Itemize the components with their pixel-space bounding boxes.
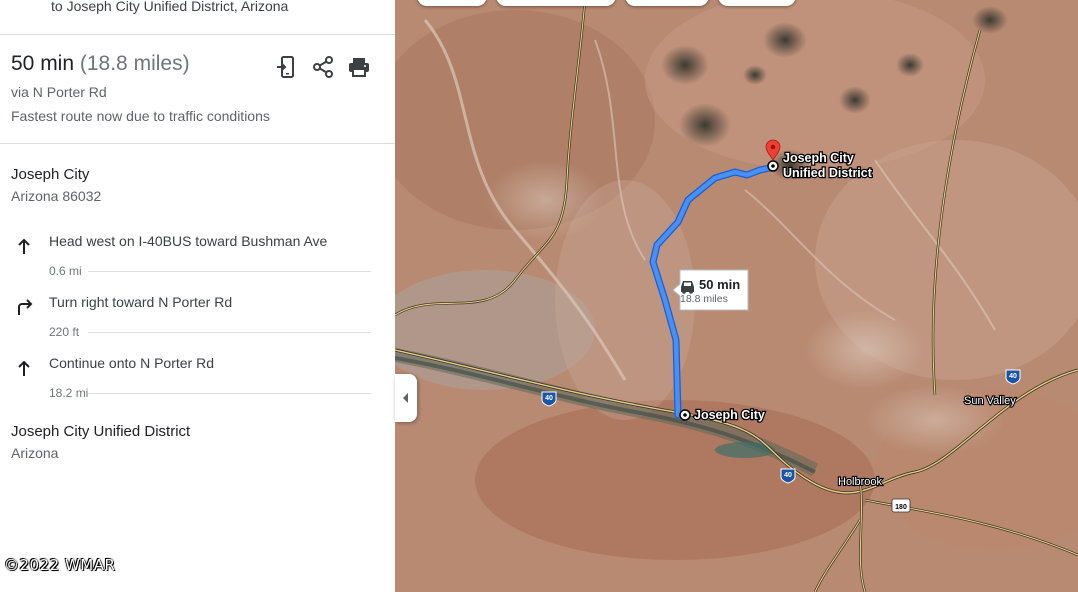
route-destination-subtitle: to Joseph City Unified District, Arizona — [51, 0, 289, 14]
copyright-watermark: ©2022 WMAR — [4, 556, 116, 574]
direction-step[interactable]: Continue onto N Porter Rd 18.2 mi — [0, 355, 395, 413]
us-route-shield: 180 — [891, 498, 911, 513]
collapse-panel-button[interactable] — [395, 374, 417, 422]
step-distance: 18.2 mi — [49, 386, 89, 400]
shield-number: 180 — [895, 504, 907, 511]
share-icon[interactable] — [311, 55, 335, 79]
divider — [88, 271, 371, 272]
interstate-shield: 40 — [541, 391, 557, 407]
interstate-shield: 40 — [1005, 369, 1021, 385]
shield-number: 40 — [784, 472, 792, 479]
map-destination-label: Joseph City — [783, 151, 854, 165]
print-icon[interactable] — [347, 55, 371, 79]
route-note: Fastest route now due to traffic conditi… — [11, 108, 270, 124]
chevron-left-icon — [403, 393, 408, 403]
map-origin-label: Joseph City — [694, 408, 765, 422]
route-bubble-distance: 18.8 miles — [680, 293, 728, 305]
divider — [0, 34, 395, 35]
map-canvas: 40 40 40 180 Joseph City Unified Distric… — [395, 0, 1078, 592]
map-filter-chip[interactable] — [718, 0, 796, 6]
interstate-shield: 40 — [780, 468, 796, 484]
divider — [88, 332, 371, 333]
destination-subtitle: Arizona — [11, 445, 59, 461]
direction-step[interactable]: Head west on I-40BUS toward Bushman Ave … — [0, 233, 395, 291]
route-bubble-duration: 50 min — [699, 277, 740, 292]
turn-right-icon — [14, 297, 34, 317]
direction-step[interactable]: Turn right toward N Porter Rd 220 ft — [0, 294, 395, 352]
car-icon — [681, 281, 694, 294]
map-place-label: Holbrook — [838, 476, 883, 488]
send-to-phone-icon[interactable] — [275, 55, 299, 79]
arrow-up-icon — [14, 358, 34, 378]
route-distance: (18.8 miles) — [79, 52, 190, 75]
satellite-map[interactable]: 40 40 40 180 Joseph City Unified Distric… — [395, 0, 1078, 592]
origin-name: Joseph City — [11, 166, 90, 183]
arrow-up-icon — [14, 236, 34, 256]
step-instruction: Turn right toward N Porter Rd — [49, 294, 233, 310]
route-info-bubble: 50 min 18.8 miles — [672, 269, 749, 311]
map-destination-label: Unified District — [783, 166, 873, 180]
origin-subtitle: Arizona 86032 — [11, 188, 102, 204]
map-place-label: Sun Valley — [964, 395, 1016, 407]
divider — [88, 393, 371, 394]
step-distance: 0.6 mi — [49, 264, 82, 278]
destination-name: Joseph City Unified District — [11, 423, 191, 440]
step-instruction: Head west on I-40BUS toward Bushman Ave — [49, 233, 328, 249]
route-summary: 50 min (18.8 miles) — [11, 52, 190, 76]
step-instruction: Continue onto N Porter Rd — [49, 355, 214, 371]
map-filter-chip[interactable] — [496, 0, 616, 6]
divider — [0, 143, 395, 144]
route-via: via N Porter Rd — [11, 84, 107, 100]
map-filter-chip[interactable] — [417, 0, 487, 6]
directions-panel: to Joseph City Unified District, Arizona… — [0, 0, 395, 592]
shield-number: 40 — [1009, 373, 1017, 380]
map-filter-chip[interactable] — [625, 0, 709, 6]
shield-number: 40 — [545, 395, 553, 402]
route-duration: 50 min — [11, 52, 75, 75]
step-distance: 220 ft — [49, 325, 80, 339]
